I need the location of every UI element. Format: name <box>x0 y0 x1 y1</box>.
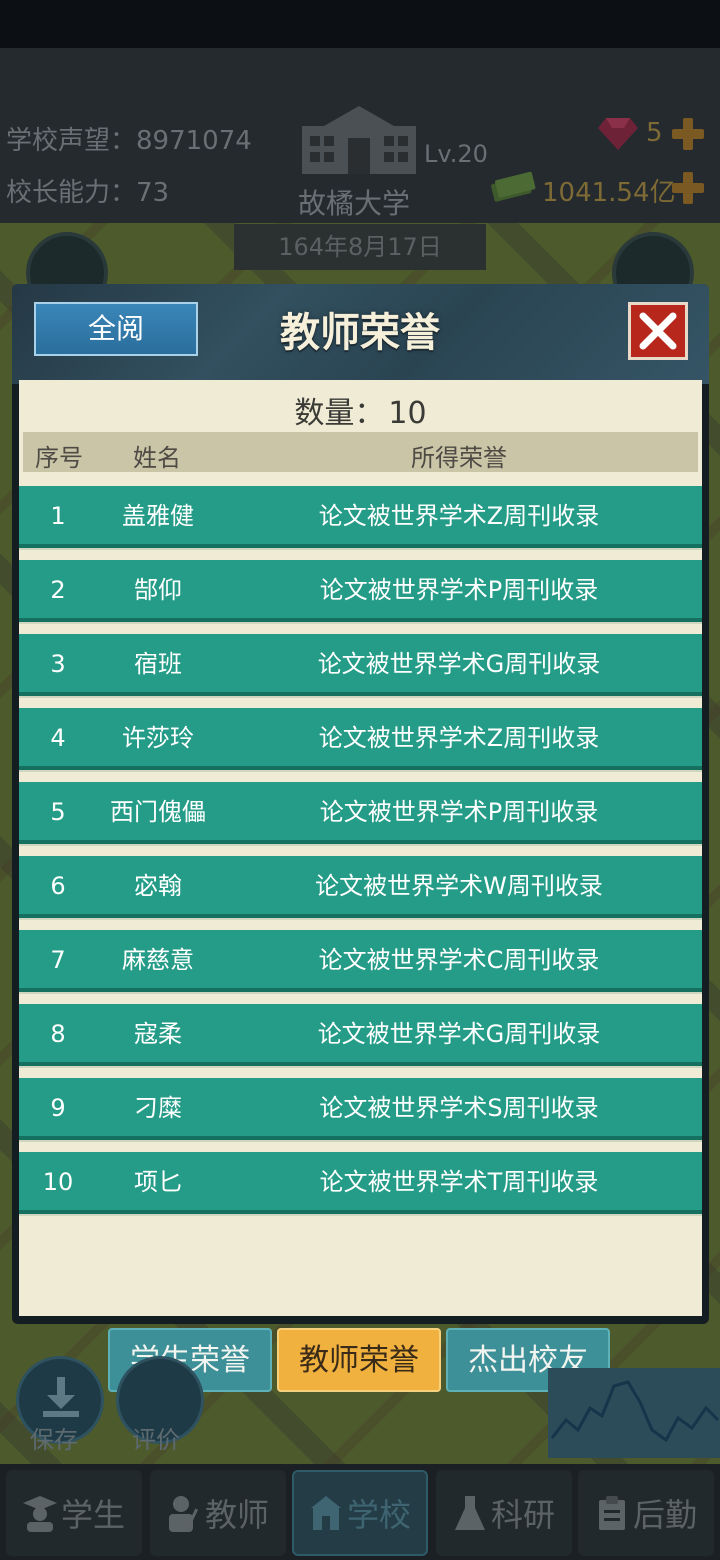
add-money-icon[interactable] <box>672 172 704 204</box>
row-honor: 论文被世界学术P周刊收录 <box>319 798 599 826</box>
ability-row: 校长能力：73 <box>6 172 169 209</box>
row-index: 4 <box>50 724 66 752</box>
dialog-header: 全阅 教师荣誉 <box>12 284 709 384</box>
row-index: 2 <box>50 576 66 604</box>
nav-research-label: 科研 <box>490 1496 555 1534</box>
row-index: 3 <box>50 650 66 678</box>
clipboard-icon <box>598 1496 625 1530</box>
table-row[interactable]: 5 西门傀儡 论文被世界学术P周刊收录 <box>19 782 702 844</box>
student-icon <box>22 1496 57 1532</box>
trend-line-icon <box>550 1380 720 1443</box>
row-honor: 论文被世界学术C周刊收录 <box>318 946 600 974</box>
row-name: 项匕 <box>134 1168 182 1196</box>
row-honor: 论文被世界学术Z周刊收录 <box>318 502 600 530</box>
table-row[interactable]: 2 郜仰 论文被世界学术P周刊收录 <box>19 560 702 622</box>
game-date: 164年8月17日 <box>234 224 486 270</box>
table-row[interactable]: 8 寇柔 论文被世界学术G周刊收录 <box>19 1004 702 1066</box>
row-index: 7 <box>50 946 66 974</box>
nav-teacher-label: 教师 <box>204 1496 269 1534</box>
row-index: 10 <box>42 1168 74 1196</box>
ability-value: 73 <box>136 178 170 208</box>
gem-count: 5 <box>646 118 663 148</box>
honor-count: 数量： 10 <box>19 388 702 432</box>
school-icon <box>310 1496 341 1530</box>
row-name: 宿班 <box>134 650 182 678</box>
teacher-icon <box>168 1496 199 1532</box>
row-honor: 论文被世界学术S周刊收录 <box>319 1094 599 1122</box>
download-icon <box>43 1377 79 1417</box>
close-button[interactable] <box>628 302 688 360</box>
nav-student[interactable]: 学生 <box>6 1470 142 1556</box>
row-honor: 论文被世界学术T周刊收录 <box>319 1168 599 1196</box>
ability-label: 校长能力： <box>6 178 137 208</box>
tab-teacher-honor[interactable]: 教师荣誉 <box>277 1328 441 1392</box>
bottom-navigation: 学生 教师 学校 科研 后勤 <box>0 1464 720 1560</box>
nav-school[interactable]: 学校 <box>292 1470 428 1556</box>
row-name: 许莎玲 <box>122 724 194 752</box>
column-index: 序号 <box>35 444 83 472</box>
dialog-title: 教师荣誉 <box>280 310 440 356</box>
table-row[interactable]: 7 麻慈意 论文被世界学术C周刊收录 <box>19 930 702 992</box>
table-row[interactable]: 4 许莎玲 论文被世界学术Z周刊收录 <box>19 708 702 770</box>
save-label: 保存 <box>30 1426 78 1454</box>
nav-logistics-label: 后勤 <box>632 1496 697 1534</box>
read-all-button[interactable]: 全阅 <box>34 302 198 356</box>
column-honor: 所得荣誉 <box>411 444 507 472</box>
level-badge: Lv.20 <box>424 140 488 168</box>
row-index: 6 <box>50 872 66 900</box>
nav-teacher[interactable]: 教师 <box>150 1470 286 1556</box>
row-name: 麻慈意 <box>122 946 194 974</box>
table-row[interactable]: 6 宓翰 论文被世界学术W周刊收录 <box>19 856 702 918</box>
money-amount: 1041.54亿 <box>542 178 676 208</box>
row-name: 寇柔 <box>134 1020 182 1048</box>
nav-student-label: 学生 <box>60 1496 125 1534</box>
school-name: 故橘大学 <box>298 187 411 220</box>
rate-label: 评价 <box>132 1426 180 1454</box>
flask-icon <box>454 1496 485 1530</box>
table-row[interactable]: 3 宿班 论文被世界学术G周刊收录 <box>19 634 702 696</box>
reputation-value: 8971074 <box>136 126 252 156</box>
row-honor: 论文被世界学术G周刊收录 <box>317 1020 601 1048</box>
school-building-icon <box>302 106 416 174</box>
row-honor: 论文被世界学术G周刊收录 <box>317 650 601 678</box>
nav-research[interactable]: 科研 <box>436 1470 572 1556</box>
row-honor: 论文被世界学术W周刊收录 <box>315 872 603 900</box>
add-gems-icon[interactable] <box>672 118 704 150</box>
table-row[interactable]: 9 刁糜 论文被世界学术S周刊收录 <box>19 1078 702 1140</box>
row-name: 盖雅健 <box>122 502 194 530</box>
close-icon <box>639 312 677 350</box>
row-index: 1 <box>50 502 66 530</box>
row-index: 9 <box>50 1094 66 1122</box>
table-row[interactable]: 10 项匕 论文被世界学术T周刊收录 <box>19 1152 702 1214</box>
row-name: 宓翰 <box>134 872 182 900</box>
nav-logistics[interactable]: 后勤 <box>578 1470 714 1556</box>
column-name: 姓名 <box>133 444 181 472</box>
row-index: 8 <box>50 1020 66 1048</box>
row-honor: 论文被世界学术Z周刊收录 <box>318 724 600 752</box>
row-name: 西门傀儡 <box>110 798 206 826</box>
reputation-row: 学校声望：8971074 <box>6 120 252 157</box>
teacher-honor-dialog: 全阅 教师荣誉 数量： 10 序号 姓名 所得荣誉 1 盖雅健 论文被世界学术Z周… <box>12 284 709 1324</box>
count-label: 数量： <box>294 396 385 431</box>
row-name: 郜仰 <box>134 576 182 604</box>
row-honor: 论文被世界学术P周刊收录 <box>319 576 599 604</box>
money-icon <box>491 171 536 202</box>
row-name: 刁糜 <box>134 1094 182 1122</box>
row-index: 5 <box>50 798 66 826</box>
honor-list-panel: 数量： 10 序号 姓名 所得荣誉 1 盖雅健 论文被世界学术Z周刊收录 2 郜仰… <box>19 380 702 1316</box>
count-value: 10 <box>388 396 427 431</box>
nav-school-label: 学校 <box>346 1496 411 1534</box>
gem-icon <box>598 118 638 150</box>
table-header: 序号 姓名 所得荣誉 <box>23 432 698 472</box>
trend-chart-widget[interactable] <box>548 1368 720 1458</box>
table-row[interactable]: 1 盖雅健 论文被世界学术Z周刊收录 <box>19 486 702 548</box>
reputation-label: 学校声望： <box>6 126 137 156</box>
